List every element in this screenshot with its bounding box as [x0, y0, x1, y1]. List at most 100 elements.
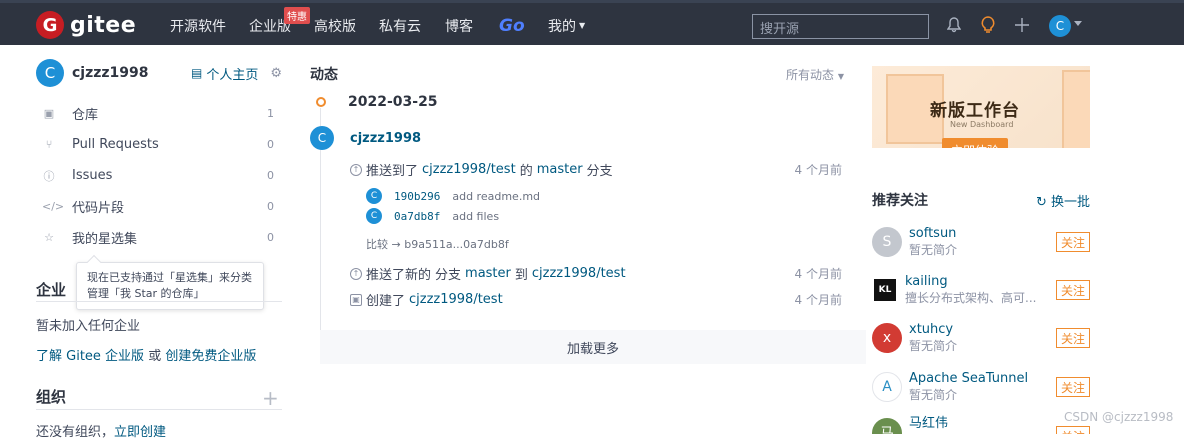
- id-card-icon: ▤: [190, 66, 203, 80]
- recommend-username[interactable]: softsun: [909, 226, 1056, 241]
- hot-badge: 特惠: [284, 7, 310, 24]
- swap-batch-button[interactable]: ↻ 换一批: [1036, 191, 1090, 210]
- star-collection-tooltip: 现在已支持通过「星选集」来分类管理「我 Star 的仓库」: [76, 254, 264, 310]
- plus-icon[interactable]: [1013, 16, 1031, 34]
- event-time: 4 个月前: [794, 267, 842, 281]
- refresh-icon: ↻: [1035, 194, 1047, 210]
- username[interactable]: cjzzz1998: [72, 65, 191, 81]
- branch-link[interactable]: master: [465, 266, 511, 281]
- avatar[interactable]: S: [872, 227, 902, 257]
- event-username[interactable]: cjzzz1998: [350, 131, 421, 146]
- banner-title: 新版工作台: [930, 101, 1020, 121]
- sidebar-item-issues[interactable]: ⓘ Issues 0: [36, 160, 282, 191]
- commit-sha-link[interactable]: 190b296: [394, 190, 440, 203]
- orgs-empty: 还没有组织，立即创建: [36, 425, 167, 440]
- nav-go[interactable]: Go: [499, 3, 525, 48]
- issue-icon: ⓘ: [43, 169, 55, 183]
- nav-mine-dropdown[interactable]: 我的 ▼: [548, 3, 585, 48]
- profile-home-link[interactable]: ▤ 个人主页: [191, 64, 258, 83]
- gitee-logo[interactable]: G gitee: [36, 11, 136, 39]
- banner-subtitle: New Dashboard: [950, 120, 1014, 129]
- follow-button[interactable]: 关注: [1056, 377, 1090, 397]
- load-more-button[interactable]: 加载更多: [320, 330, 866, 364]
- event-new-branch: ↑ 推送了新的 分支 master 到 cjzzz1998/test 4 个月前: [350, 264, 842, 283]
- recommend-username[interactable]: xtuhcy: [909, 322, 1056, 337]
- star-icon: ☆: [44, 231, 54, 244]
- avatar[interactable]: x: [872, 323, 902, 353]
- avatar[interactable]: C: [36, 59, 64, 87]
- gitee-logo-icon: G: [36, 11, 64, 39]
- recommend-username[interactable]: 马红伟: [909, 412, 1056, 431]
- learn-enterprise-link[interactable]: 了解 Gitee 企业版: [36, 349, 144, 364]
- follow-button[interactable]: 关注: [1056, 232, 1090, 252]
- nav-blog[interactable]: 博客: [445, 3, 473, 48]
- recommend-user: A Apache SeaTunnel 暂无简介 关注: [872, 367, 1090, 407]
- avatar[interactable]: KL: [874, 279, 896, 301]
- branch-link[interactable]: master: [537, 162, 583, 177]
- recommend-user: KL kailing 擅长分布式架构、高可... 关注: [872, 270, 1090, 310]
- gitee-logo-text: gitee: [70, 12, 137, 38]
- code-icon: </>: [42, 200, 65, 213]
- recommend-username[interactable]: kailing: [905, 274, 1056, 289]
- follow-button[interactable]: 关注: [1056, 426, 1090, 434]
- event-time: 4 个月前: [794, 293, 842, 307]
- follow-button[interactable]: 关注: [1056, 280, 1090, 300]
- avatar[interactable]: C: [366, 208, 382, 224]
- divider: [36, 409, 282, 410]
- recommend-header: 推荐关注 ↻ 换一批: [872, 190, 1090, 210]
- event-time: 4 个月前: [794, 163, 842, 177]
- pull-request-icon: ⑂: [45, 138, 53, 151]
- commit-sha-link[interactable]: 0a7db8f: [394, 210, 440, 223]
- recommend-desc: 暂无简介: [909, 388, 958, 402]
- recommend-desc: 擅长分布式架构、高可...: [905, 291, 1037, 305]
- add-org-icon[interactable]: +: [262, 386, 279, 410]
- repo-icon: ▣: [350, 293, 362, 306]
- nav-open-source[interactable]: 开源软件: [170, 3, 226, 48]
- repo-link[interactable]: cjzzz1998/test: [532, 266, 626, 281]
- try-now-button[interactable]: 立即体验: [942, 138, 1008, 148]
- repo-icon: ▣: [43, 107, 55, 120]
- search-input[interactable]: 搜开源: [752, 14, 929, 39]
- commit-message: add files: [452, 209, 500, 223]
- push-icon: ↑: [350, 163, 362, 176]
- enterprise-links: 了解 Gitee 企业版 或 创建免费企业版: [36, 349, 257, 364]
- new-dashboard-banner[interactable]: 新版工作台 New Dashboard 立即体验: [872, 66, 1090, 148]
- repo-link[interactable]: cjzzz1998/test: [422, 162, 516, 177]
- recommend-user: 马 马红伟 关注: [872, 412, 1090, 434]
- create-org-link[interactable]: 立即创建: [114, 425, 166, 440]
- nav-private-cloud[interactable]: 私有云: [379, 3, 421, 48]
- chevron-down-icon[interactable]: [1074, 21, 1082, 26]
- profile-row: C cjzzz1998 ▤ 个人主页 ⚙: [36, 58, 282, 88]
- recommend-username[interactable]: Apache SeaTunnel: [909, 371, 1056, 386]
- nav-university[interactable]: 高校版: [314, 3, 356, 48]
- top-navbar: G gitee 开源软件 企业版 特惠 高校版 私有云 博客 Go 我的 ▼ 搜开…: [0, 0, 1184, 45]
- push-icon: ↑: [350, 267, 362, 280]
- sidebar-item-snippets[interactable]: </> 代码片段 0: [36, 191, 282, 222]
- sidebar-item-pull-requests[interactable]: ⑂ Pull Requests 0: [36, 129, 282, 160]
- recommend-user: S softsun 暂无简介 关注: [872, 222, 1090, 262]
- compare-link[interactable]: 比较 → b9a511a...0a7db8f: [366, 236, 509, 252]
- event-create: ▣ 创建了 cjzzz1998/test 4 个月前: [350, 290, 842, 309]
- bell-icon[interactable]: [945, 16, 963, 34]
- sidebar-item-star-collections[interactable]: ☆ 我的星选集 0: [36, 222, 282, 253]
- avatar[interactable]: C: [366, 188, 382, 204]
- create-enterprise-link[interactable]: 创建免费企业版: [165, 349, 256, 364]
- event-user: C cjzzz1998: [310, 126, 421, 150]
- user-avatar-top[interactable]: C: [1049, 15, 1071, 37]
- repo-link[interactable]: cjzzz1998/test: [409, 292, 503, 307]
- orgs-title: 组织: [36, 388, 67, 406]
- avatar[interactable]: A: [872, 372, 902, 402]
- timeline-dot-icon: [316, 97, 326, 107]
- follow-button[interactable]: 关注: [1056, 328, 1090, 348]
- feed-filter-dropdown[interactable]: 所有动态 ▼: [786, 66, 844, 83]
- avatar[interactable]: C: [310, 126, 334, 150]
- gear-icon[interactable]: ⚙: [270, 66, 282, 81]
- commit-row: C 190b296 add readme.md: [366, 188, 540, 204]
- commit-row: C 0a7db8f add files: [366, 208, 499, 224]
- sidebar-item-repos[interactable]: ▣ 仓库 1: [36, 98, 282, 129]
- avatar[interactable]: 马: [872, 418, 902, 434]
- commit-message: add readme.md: [452, 189, 541, 203]
- sidebar-menu: ▣ 仓库 1 ⑂ Pull Requests 0 ⓘ Issues 0 </> 代码片段 0 ☆…: [36, 98, 282, 253]
- lightbulb-icon[interactable]: [979, 16, 997, 34]
- banner-illustration: [1062, 70, 1090, 148]
